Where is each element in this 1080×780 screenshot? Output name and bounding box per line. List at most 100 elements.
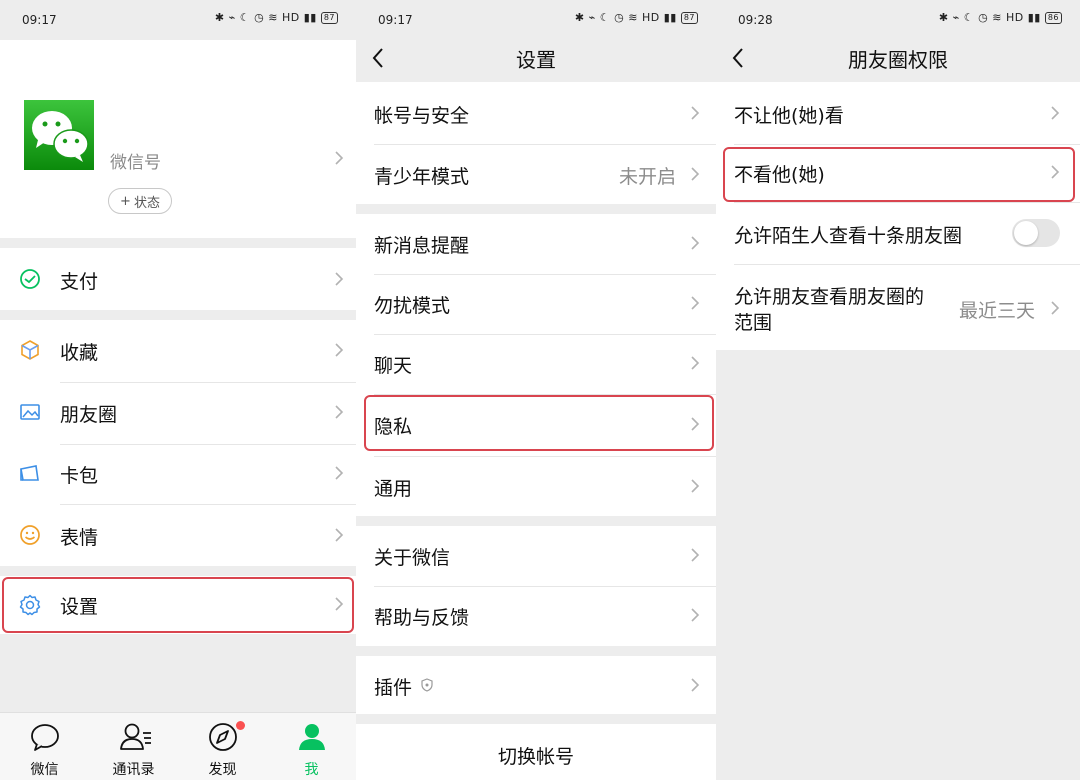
chevron-right-icon	[691, 106, 700, 120]
status-time: 09:17	[22, 13, 57, 27]
tab-label: 发现	[208, 762, 237, 778]
page-title: 朋友圈权限	[848, 48, 948, 72]
chevron-right-icon	[691, 608, 700, 622]
settings-label: 关于微信	[374, 547, 451, 569]
avatar[interactable]	[24, 100, 94, 170]
moon-icon: ☾	[239, 11, 251, 24]
tab-me[interactable]: 我	[267, 713, 356, 780]
chevron-right-icon	[335, 528, 344, 542]
settings-item-plugins[interactable]: 插件	[356, 656, 716, 714]
menu-label: 收藏	[60, 342, 99, 364]
permission-item-hide-my-posts[interactable]: 不让他(她)看	[716, 82, 1080, 144]
wifi-icon: ≋	[628, 11, 638, 24]
vibrate-icon: ⌁	[588, 11, 596, 24]
compass-icon	[209, 723, 237, 751]
alarm-icon: ◷	[254, 11, 265, 24]
status-icons: ✱ ⌁ ☾ ◷ ≋ HD ▮▮ 87	[575, 11, 698, 24]
bluetooth-icon: ✱	[574, 11, 585, 24]
profile-card[interactable]: 微信号 + 状态	[0, 40, 356, 238]
settings-label: 帐号与安全	[374, 105, 470, 127]
nav-bar: 朋友圈权限	[716, 40, 1080, 80]
highlight-privacy	[364, 395, 714, 451]
card-wallet-icon	[20, 465, 39, 481]
contacts-icon	[120, 723, 151, 750]
signal-icon: ▮▮	[663, 11, 677, 24]
menu-label: 支付	[60, 271, 99, 293]
moon-icon: ☾	[599, 11, 611, 24]
wifi-icon: ≋	[992, 11, 1002, 24]
switch-account-label: 切换帐号	[497, 746, 574, 768]
chevron-right-icon	[335, 343, 344, 357]
settings-label: 帮助与反馈	[374, 607, 470, 629]
status-button-label: 状态	[133, 195, 160, 211]
switch-account-button[interactable]: 切换帐号	[356, 724, 716, 780]
battery-icon: 87	[680, 11, 698, 24]
settings-label: 勿扰模式	[374, 295, 451, 317]
tab-discover[interactable]: 发现	[178, 713, 267, 780]
chevron-right-icon	[691, 548, 700, 562]
menu-group: 收藏 朋友圈 卡包 表情	[0, 320, 356, 566]
menu-item-favorites[interactable]: 收藏	[0, 320, 356, 382]
settings-label: 通用	[374, 478, 413, 500]
page-title: 设置	[516, 48, 556, 72]
settings-item-general[interactable]: 通用	[356, 456, 716, 516]
menu-label: 表情	[60, 527, 99, 549]
settings-group-about: 关于微信 帮助与反馈	[356, 526, 716, 646]
notification-dot	[236, 721, 245, 730]
chevron-right-icon	[1051, 301, 1060, 315]
chevron-right-icon	[691, 167, 700, 181]
settings-item-help[interactable]: 帮助与反馈	[356, 586, 716, 646]
bottom-tab-bar: 微信 通讯录 发现 我	[0, 712, 356, 780]
settings-group-main: 新消息提醒 勿扰模式 聊天 隐私 通用	[356, 214, 716, 516]
chat-bubble-icon	[31, 724, 59, 751]
settings-item-youth-mode[interactable]: 青少年模式 未开启	[356, 144, 716, 204]
menu-item-cards[interactable]: 卡包	[0, 444, 356, 504]
alarm-icon: ◷	[978, 11, 989, 24]
menu-item-stickers[interactable]: 表情	[0, 504, 356, 566]
plus-icon: +	[120, 193, 131, 209]
youth-mode-value: 未开启	[619, 166, 677, 188]
settings-item-account-security[interactable]: 帐号与安全	[356, 82, 716, 144]
add-status-button[interactable]: + 状态	[108, 188, 172, 214]
bluetooth-icon: ✱	[214, 11, 225, 24]
permission-item-visible-range[interactable]: 允许朋友查看朋友圈的 范围 最近三天	[716, 264, 1080, 350]
chevron-right-icon	[691, 479, 700, 493]
permission-label-line1: 允许朋友查看朋友圈的	[734, 286, 925, 308]
permission-label: 允许陌生人查看十条朋友圈	[734, 225, 963, 247]
chevron-right-icon	[1051, 106, 1060, 120]
settings-label: 新消息提醒	[374, 235, 470, 257]
menu-label: 卡包	[60, 465, 99, 487]
network-label: HD	[641, 11, 660, 24]
settings-item-notifications[interactable]: 新消息提醒	[356, 214, 716, 274]
permission-label: 不让他(她)看	[734, 105, 844, 127]
menu-item-moments[interactable]: 朋友圈	[0, 382, 356, 444]
status-time: 09:17	[378, 13, 413, 27]
vibrate-icon: ⌁	[952, 11, 960, 24]
settings-item-do-not-disturb[interactable]: 勿扰模式	[356, 274, 716, 334]
wechat-logo-icon	[32, 111, 89, 162]
settings-label: 聊天	[374, 355, 413, 377]
menu-item-pay[interactable]: 支付	[0, 248, 356, 310]
status-bar: 09:17 ✱ ⌁ ☾ ◷ ≋ HD ▮▮ 87	[0, 0, 356, 40]
smiley-icon	[20, 525, 40, 545]
moon-icon: ☾	[963, 11, 975, 24]
wechat-id-label: 微信号	[110, 153, 161, 173]
settings-item-about[interactable]: 关于微信	[356, 526, 716, 586]
chevron-right-icon	[335, 272, 344, 286]
tab-contacts[interactable]: 通讯录	[89, 713, 178, 780]
visible-range-value: 最近三天	[959, 300, 1036, 322]
bluetooth-icon: ✱	[938, 11, 949, 24]
tab-label: 微信	[30, 762, 59, 778]
signal-icon: ▮▮	[303, 11, 317, 24]
allow-strangers-toggle[interactable]	[1012, 219, 1060, 247]
chevron-right-icon	[335, 151, 344, 165]
settings-screen: 09:17 ✱ ⌁ ☾ ◷ ≋ HD ▮▮ 87 设置 帐号与安全 青少年模式 …	[356, 0, 716, 780]
chevron-right-icon	[335, 405, 344, 419]
settings-item-chat[interactable]: 聊天	[356, 334, 716, 394]
permission-label-line2: 范围	[734, 312, 773, 334]
wifi-icon: ≋	[268, 11, 278, 24]
network-label: HD	[281, 11, 300, 24]
moments-permissions-screen: 09:28 ✱ ⌁ ☾ ◷ ≋ HD ▮▮ 86 朋友圈权限 不让他(她)看 不…	[716, 0, 1080, 780]
chevron-right-icon	[335, 466, 344, 480]
tab-chats[interactable]: 微信	[0, 713, 89, 780]
